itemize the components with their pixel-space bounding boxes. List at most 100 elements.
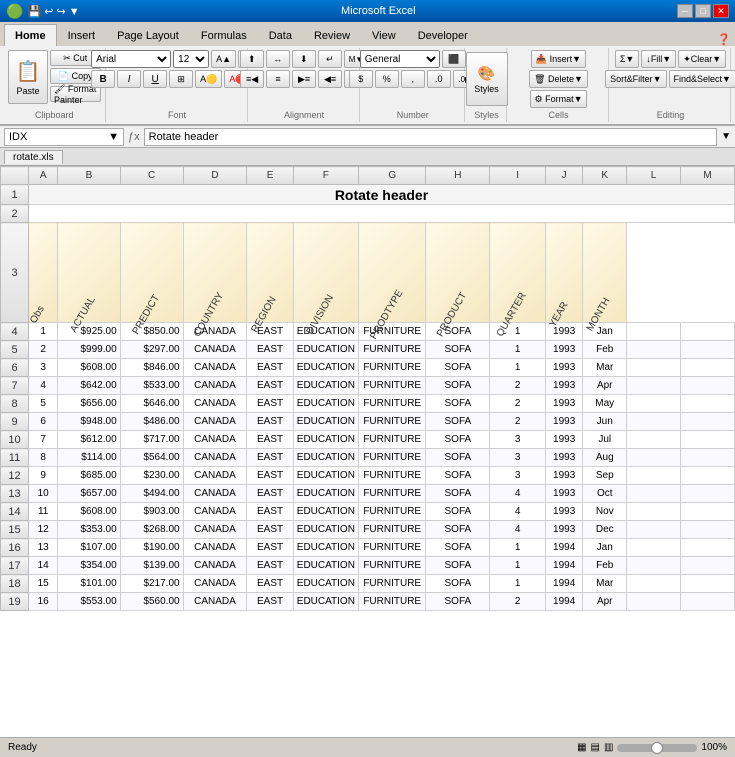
cell-actual-1[interactable]: $925.00 [58, 323, 120, 341]
col-E[interactable]: E [247, 167, 293, 185]
autosum-btn[interactable]: Σ▼ [615, 50, 639, 68]
editing-label: Editing [657, 108, 685, 120]
ribbon-tabs: Home Insert Page Layout Formulas Data Re… [0, 22, 735, 46]
format-dialog-btn[interactable]: ⬛ [442, 50, 466, 68]
italic-btn[interactable]: I [117, 70, 141, 88]
col-headers-row: A B C D E F G H I J K L M [1, 167, 735, 185]
col-J[interactable]: J [545, 167, 582, 185]
tab-review[interactable]: Review [303, 24, 361, 46]
header-month: MONTH [583, 223, 627, 323]
clipboard-label: Clipboard [35, 108, 74, 120]
table-row: 5 2 $999.00 $297.00 CANADA EAST EDUCATIO… [1, 341, 735, 359]
table-row: 14 11 $608.00 $903.00 CANADA EAST EDUCAT… [1, 503, 735, 521]
clear-btn[interactable]: ✦Clear▼ [678, 50, 726, 68]
header-quarter: QUARTER [490, 223, 546, 323]
view-layout-btn[interactable]: ▤ [591, 742, 600, 753]
cell-division-1[interactable]: EDUCATION [293, 323, 358, 341]
align-bottom-btn[interactable]: ⬇ [292, 50, 316, 68]
currency-btn[interactable]: $ [349, 70, 373, 88]
group-styles: 🎨 Styles Styles [467, 48, 507, 122]
group-alignment: ⬆ ↔ ⬇ ↵ M▼ ≡◀ ≡ ▶≡ ◀≡ ≡▶ Alignment [250, 48, 360, 122]
indent-dec-btn[interactable]: ◀≡ [318, 70, 342, 88]
row-3-headers: 3 Obs ACTUAL PREDICT COUNTRY [1, 223, 735, 323]
paste-button[interactable]: 📋 Paste [8, 50, 48, 104]
align-center-btn[interactable]: ≡ [266, 70, 290, 88]
styles-label: Styles [474, 108, 499, 120]
grid: A B C D E F G H I J K L M 1 Rotate heade… [0, 166, 735, 611]
dec-inc-btn[interactable]: .0 [427, 70, 451, 88]
header-actual: ACTUAL [58, 223, 120, 323]
table-row: 18 15 $101.00 $217.00 CANADA EAST EDUCAT… [1, 575, 735, 593]
delete-btn[interactable]: 🗑 Delete▼ [529, 70, 588, 88]
col-D[interactable]: D [183, 167, 247, 185]
col-B[interactable]: B [58, 167, 120, 185]
col-L[interactable]: L [627, 167, 681, 185]
align-right-btn[interactable]: ▶≡ [292, 70, 316, 88]
fill-color-btn[interactable]: A🟡 [195, 70, 222, 88]
col-I[interactable]: I [490, 167, 546, 185]
title-bar: 🟢 💾 ↩ ↪ ▼ Microsoft Excel ─ □ ✕ [0, 0, 735, 22]
cell-prodtype-1[interactable]: FURNITURE [358, 323, 426, 341]
sort-filter-btn[interactable]: Sort&Filter▼ [605, 70, 666, 88]
tab-home[interactable]: Home [4, 24, 57, 46]
percent-btn[interactable]: % [375, 70, 399, 88]
wrap-text-btn[interactable]: ↵ [318, 50, 342, 68]
table-row: 17 14 $354.00 $139.00 CANADA EAST EDUCAT… [1, 557, 735, 575]
tab-view[interactable]: View [361, 24, 407, 46]
header-predict: PREDICT [120, 223, 183, 323]
alignment-label: Alignment [284, 108, 324, 120]
align-middle-btn[interactable]: ↔ [266, 50, 290, 68]
bold-btn[interactable]: B [91, 70, 115, 88]
col-M[interactable]: M [681, 167, 735, 185]
cell-obs-1[interactable]: 1 [29, 323, 58, 341]
insert-btn[interactable]: 📥 Insert▼ [531, 50, 586, 68]
close-btn[interactable]: ✕ [713, 4, 729, 18]
cells-label: Cells [548, 108, 568, 120]
styles-button[interactable]: 🎨 Styles [466, 52, 508, 106]
help-icon[interactable]: ❓ [717, 33, 735, 46]
tab-insert[interactable]: Insert [57, 24, 107, 46]
font-label: Font [168, 108, 186, 120]
comma-btn[interactable]: , [401, 70, 425, 88]
underline-btn[interactable]: U [143, 70, 167, 88]
col-K[interactable]: K [583, 167, 627, 185]
view-page-break-btn[interactable]: ▥ [604, 742, 613, 753]
border-btn[interactable]: ⊞ [169, 70, 193, 88]
col-C[interactable]: C [120, 167, 183, 185]
zoom-thumb[interactable] [651, 742, 663, 754]
group-number: General ⬛ $ % , .0 .0▶ Number [362, 48, 465, 122]
tab-formulas[interactable]: Formulas [190, 24, 258, 46]
tab-pagelayout[interactable]: Page Layout [106, 24, 190, 46]
fill-btn[interactable]: ↓Fill▼ [641, 50, 676, 68]
format-btn[interactable]: ⚙ Format▼ [530, 90, 588, 108]
align-top-btn[interactable]: ⬆ [240, 50, 264, 68]
name-box-dropdown[interactable]: ▼ [108, 131, 119, 143]
col-G[interactable]: G [358, 167, 426, 185]
minimize-btn[interactable]: ─ [677, 4, 693, 18]
tab-developer[interactable]: Developer [407, 24, 479, 46]
corner-header [1, 167, 29, 185]
find-select-btn[interactable]: Find&Select▼ [669, 70, 735, 88]
sheet-tab[interactable]: rotate.xls [4, 150, 63, 164]
col-A[interactable]: A [29, 167, 58, 185]
font-family-select[interactable]: Arial [91, 50, 171, 68]
header-empty-m [681, 223, 735, 323]
name-box[interactable]: IDX ▼ [4, 128, 124, 146]
formula-bar: IDX ▼ ƒx ▼ [0, 126, 735, 148]
tab-data[interactable]: Data [258, 24, 303, 46]
maximize-btn[interactable]: □ [695, 4, 711, 18]
name-box-value: IDX [9, 131, 27, 143]
increase-font-btn[interactable]: A▲ [211, 50, 236, 68]
font-size-select[interactable]: 12 [173, 50, 209, 68]
window-controls: ─ □ ✕ [677, 4, 729, 18]
title-cell: Rotate header [29, 185, 735, 205]
view-normal-btn[interactable]: ▦ [577, 742, 586, 753]
align-left-btn[interactable]: ≡◀ [240, 70, 264, 88]
cell-predict-1[interactable]: $850.00 [120, 323, 183, 341]
col-F[interactable]: F [293, 167, 358, 185]
zoom-bar[interactable] [617, 744, 697, 752]
col-H[interactable]: H [426, 167, 490, 185]
formula-input[interactable] [144, 128, 717, 146]
formula-expand[interactable]: ▼ [721, 131, 731, 142]
number-format-select[interactable]: General [360, 50, 440, 68]
